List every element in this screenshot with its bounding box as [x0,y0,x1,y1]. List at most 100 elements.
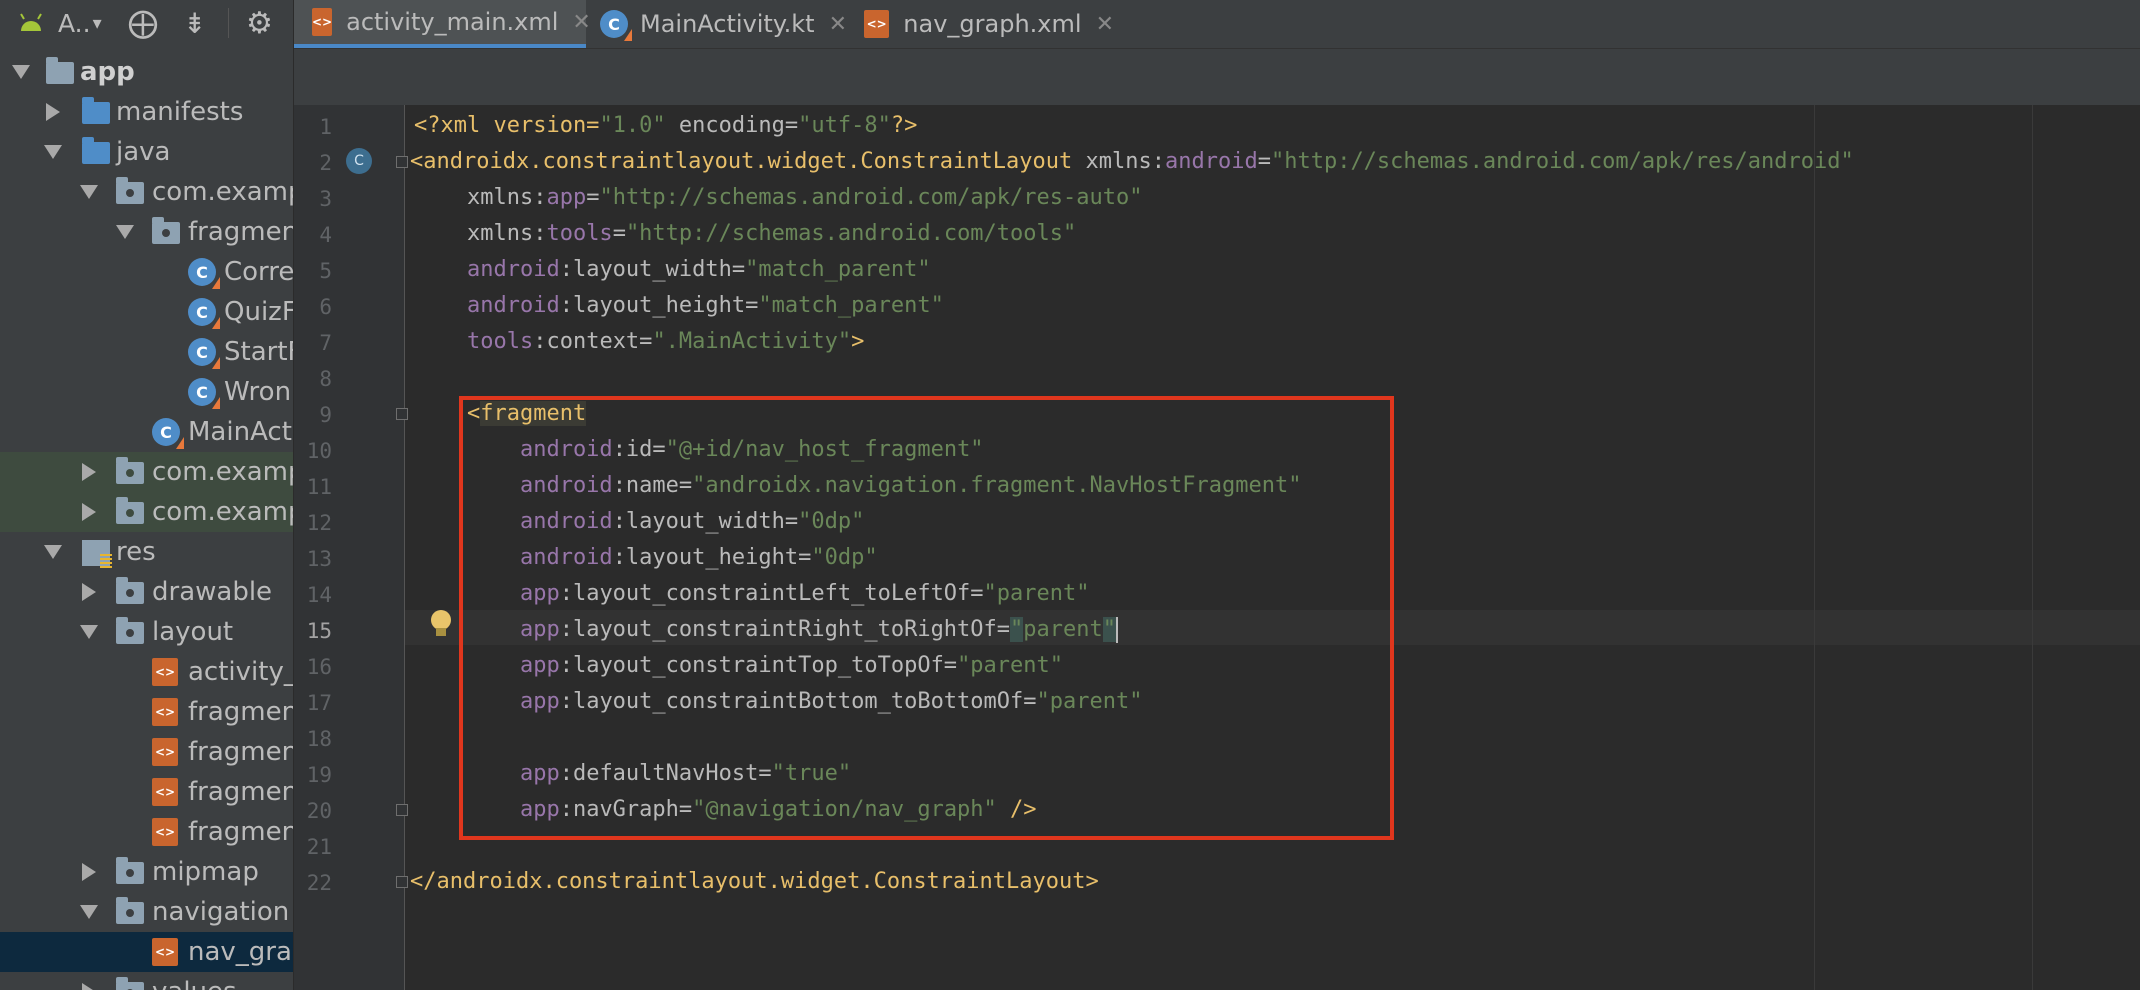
package-icon [116,177,144,204]
code-line-22: </androidx.constraintlayout.widget.Const… [410,869,1099,894]
line-number: 7 [319,331,332,355]
tree-item-fragment-xml[interactable]: <> fragmen [0,772,293,812]
code-token: = [586,185,600,210]
line-number-gutter: 1 2 3 4 5 6 7 8 9 10 11 12 13 14 15 16 1… [294,105,451,990]
fold-icon[interactable] [396,156,408,168]
class-gutter-icon[interactable]: C [346,148,372,174]
tree-item-fragment-xml[interactable]: <> fragmen [0,812,293,852]
code-token: "http://schemas.android.com/tools" [625,221,1077,246]
tree-item-java[interactable]: java [0,132,293,172]
folder-icon [116,897,144,924]
chevron-right-icon[interactable] [46,103,60,121]
fold-icon[interactable] [396,408,408,420]
line-number: 4 [319,223,332,247]
locate-icon[interactable]: ⨁ [128,0,158,46]
code-token: :context= [533,329,653,354]
close-icon[interactable]: ✕ [1096,12,1114,37]
kotlin-class-icon: C [188,258,220,289]
code-token: android [414,257,560,282]
resources-folder-icon [82,540,112,568]
code-token: encoding= [665,113,799,138]
tree-label: app [80,57,135,87]
tree-item-navigation[interactable]: navigation [0,892,293,932]
line-number: 16 [306,655,332,679]
fold-column [404,105,405,990]
folder-icon [116,617,144,644]
code-token: "http://schemas.android.com/apk/res/andr… [1270,149,1854,174]
chevron-down-icon[interactable] [12,65,30,79]
tree-item-main-activity[interactable]: C MainAct [0,412,293,452]
code-token: "1.0" [599,113,666,138]
tree-item-quiz-fragment[interactable]: C QuizF [0,292,293,332]
tab-label: MainActivity.kt [640,10,815,38]
tree-item-mipmap[interactable]: mipmap [0,852,293,892]
chevron-down-icon[interactable] [80,905,98,919]
code-token: ".MainActivity" [652,329,852,354]
android-view-icon[interactable] [18,0,44,46]
tree-label: values [152,977,237,990]
tree-item-nav-graph-xml[interactable]: <> nav_grap [0,932,293,972]
tree-item-fragment-xml[interactable]: <> fragmen [0,732,293,772]
code-token: android [1165,149,1258,174]
tree-item-res[interactable]: res [0,532,293,572]
chevron-right-icon[interactable] [82,503,96,521]
fold-icon[interactable] [396,876,408,888]
collapse-all-icon[interactable]: ⇟ [183,0,206,46]
tab-nav-graph-xml[interactable]: <> nav_graph.xml ✕ [864,0,1114,48]
code-token: "match_parent" [758,293,944,318]
annotation-highlight-box [459,396,1394,840]
tree-item-correct-fragment[interactable]: C Corre [0,252,293,292]
tree-item-manifests[interactable]: manifests [0,92,293,132]
chevron-down-icon[interactable] [116,225,134,239]
tree-item-drawable[interactable]: drawable [0,572,293,612]
xml-file-icon: <> [312,8,333,36]
editor-tab-bar: <> activity_main.xml ✕ C MainActivity.kt… [294,0,2140,49]
tree-item-activity-main-xml[interactable]: <> activity_ [0,652,293,692]
chevron-right-icon[interactable] [82,983,96,990]
project-view-selector[interactable]: A.. ▾ [58,0,102,46]
kotlin-class-icon: C [188,338,220,369]
tree-label: MainAct [188,417,292,447]
chevron-right-icon[interactable] [82,463,96,481]
tree-label: com.examp [152,457,294,487]
tree-item-android-test-package[interactable]: com.examp [0,452,293,492]
chevron-down-icon[interactable] [80,625,98,639]
tree-item-values[interactable]: values [0,972,293,990]
chevron-right-icon[interactable] [82,863,96,881]
xml-file-icon: <> [864,10,890,38]
line-number: 13 [306,547,332,571]
chevron-down-icon[interactable] [80,185,98,199]
tree-item-package[interactable]: com.examp [0,172,293,212]
line-number: 17 [306,691,332,715]
chevron-down-icon[interactable] [44,145,62,159]
tab-activity-main-xml[interactable]: <> activity_main.xml ✕ [294,0,591,48]
chevron-down-icon[interactable] [44,545,62,559]
close-icon[interactable]: ✕ [829,12,847,37]
line-number: 8 [319,367,332,391]
tree-item-fragment-package[interactable]: fragmen [0,212,293,252]
tree-label: res [116,537,156,567]
line-number: 2 [319,151,332,175]
fold-icon[interactable] [396,804,408,816]
tree-item-wrong-fragment[interactable]: C Wron [0,372,293,412]
tab-main-activity-kt[interactable]: C MainActivity.kt ✕ [586,0,848,48]
code-token: = [612,221,626,246]
xml-file-icon: <> [152,818,178,846]
chevron-right-icon[interactable] [82,583,96,601]
code-token: xmlns: [1085,149,1165,174]
tree-item-start-fragment[interactable]: C StartF [0,332,293,372]
gear-icon[interactable]: ⚙ [246,0,273,46]
code-token: tools [414,329,534,354]
tree-item-test-package[interactable]: com.examp [0,492,293,532]
tree-item-app[interactable]: app [0,52,293,92]
tree-label: navigation [152,897,290,927]
project-panel: A.. ▾ ⨁ ⇟ ⚙ app manifests java com.examp… [0,0,294,990]
code-token: android [414,293,560,318]
line-number: 11 [306,475,332,499]
tree-item-fragment-xml[interactable]: <> fragmen [0,692,293,732]
code-token: :layout_height= [559,293,759,318]
tree-item-layout[interactable]: layout [0,612,293,652]
project-view-label: A.. [58,8,91,38]
tab-label: activity_main.xml [346,8,559,36]
line-number-current: 15 [306,619,332,643]
